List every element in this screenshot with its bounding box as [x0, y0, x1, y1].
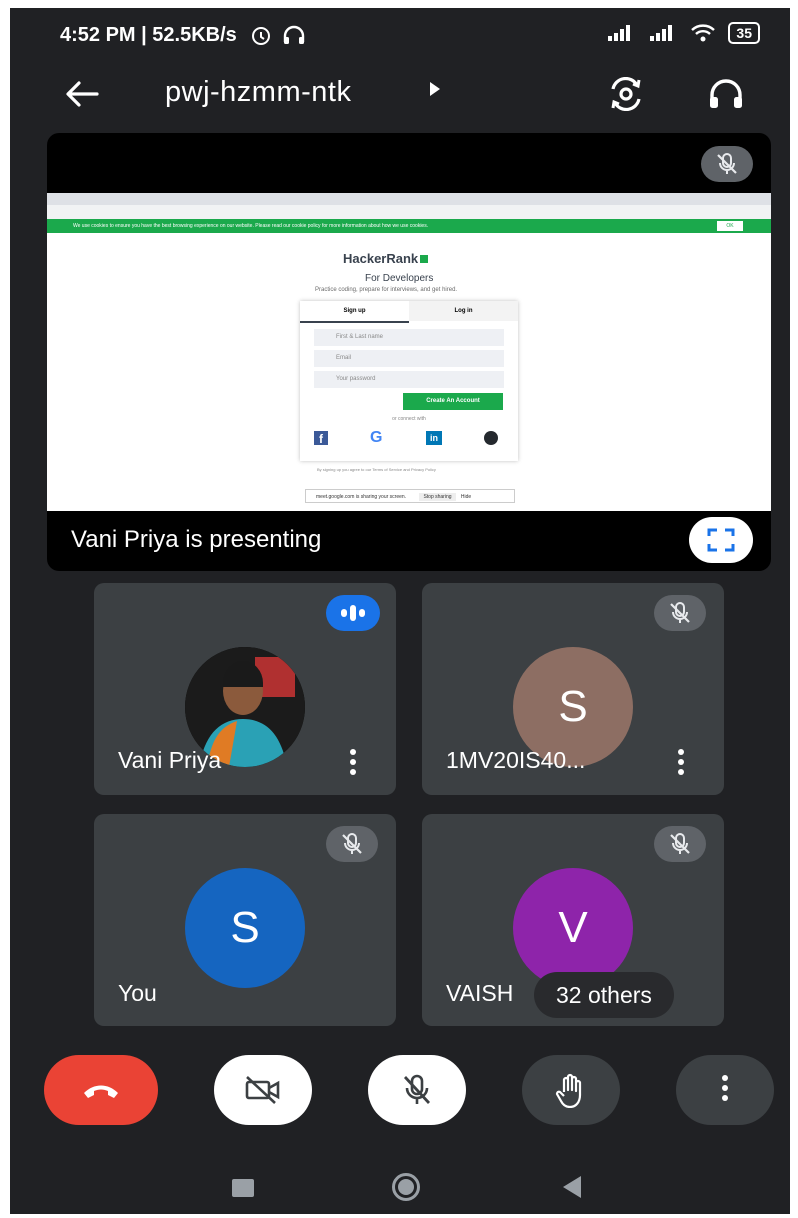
browser-tab-strip — [47, 193, 771, 205]
presenter-muted-icon — [701, 146, 753, 182]
back-arrow-icon[interactable] — [62, 74, 102, 114]
logo-square-icon — [420, 255, 429, 263]
end-call-button[interactable] — [44, 1055, 158, 1125]
meet-app: 4:52 PM | 52.5KB/s 35 pwj-hzmm-ntk We us… — [10, 8, 790, 1214]
muted-icon — [654, 826, 706, 862]
hr-subheading: Practice coding, prepare for interviews,… — [315, 287, 458, 293]
browser-address-bar — [47, 205, 771, 219]
headset-status-icon — [282, 24, 306, 51]
participant-name: You — [118, 980, 157, 1006]
avatar: V — [513, 868, 633, 988]
participant-tile-you[interactable]: S You — [94, 814, 396, 1026]
shared-screen: We use cookies to ensure you have the be… — [47, 193, 771, 511]
signal-icon — [650, 25, 673, 41]
signal-icon — [608, 25, 631, 41]
more-vert-icon — [722, 1075, 728, 1105]
muted-icon — [326, 826, 378, 862]
recents-nav-icon[interactable] — [232, 1179, 254, 1197]
audio-output-headset-icon[interactable] — [704, 74, 748, 114]
hr-heading: For Developers — [365, 273, 434, 284]
hand-icon — [555, 1073, 582, 1108]
more-options-icon[interactable] — [350, 749, 356, 779]
home-nav-inner — [398, 1179, 414, 1195]
stop-sharing-button: Stop sharing — [419, 493, 456, 501]
fullscreen-button[interactable] — [689, 517, 753, 563]
more-options-button[interactable] — [676, 1055, 774, 1125]
fullscreen-icon — [707, 528, 735, 552]
cookie-banner: We use cookies to ensure you have the be… — [47, 219, 771, 233]
signup-card: Sign up Log in First & Last name Email Y… — [300, 301, 518, 461]
speaking-indicator-icon — [326, 595, 380, 631]
meeting-info-chevron-icon[interactable] — [430, 82, 440, 96]
cookie-banner-text: We use cookies to ensure you have the be… — [73, 223, 429, 229]
hackerrank-logo: HackerRank — [343, 251, 429, 266]
participant-name: VAISH — [446, 980, 514, 1006]
mic-toggle-button[interactable] — [368, 1055, 466, 1125]
raise-hand-button[interactable] — [522, 1055, 620, 1125]
battery-indicator: 35 — [728, 22, 760, 44]
cookie-ok-button: OK — [717, 221, 743, 231]
alarm-icon — [250, 24, 272, 51]
phone-hangup-icon — [84, 1085, 118, 1098]
email-field: Email — [314, 350, 504, 367]
mic-off-icon — [403, 1074, 431, 1104]
status-time: 4:52 PM | 52.5KB/s — [60, 24, 237, 46]
avatar: S — [185, 868, 305, 988]
switch-camera-icon[interactable] — [604, 74, 648, 114]
participant-tile-2[interactable]: S 1MV20IS40... — [422, 583, 724, 795]
participant-name: 1MV20IS40... — [446, 747, 586, 773]
camera-toggle-button[interactable] — [214, 1055, 312, 1125]
terms-text: By signing up you agree to our Terms of … — [317, 467, 436, 472]
github-icon — [484, 431, 498, 445]
presenting-label: Vani Priya is presenting — [71, 526, 322, 553]
participant-tile-vani-priya[interactable]: Vani Priya — [94, 583, 396, 795]
signup-tab: Sign up — [300, 301, 409, 323]
presentation-tile[interactable]: We use cookies to ensure you have the be… — [47, 133, 771, 571]
meeting-code[interactable]: pwj-hzmm-ntk — [165, 76, 351, 109]
login-tab: Log in — [409, 301, 518, 321]
linkedin-icon: in — [426, 431, 442, 445]
create-account-button: Create An Account — [403, 393, 503, 410]
or-connect-text: or connect with — [392, 416, 426, 422]
others-badge[interactable]: 32 others — [534, 972, 674, 1018]
wifi-icon — [691, 24, 716, 42]
camera-off-icon — [245, 1076, 280, 1104]
screen-share-bar: meet.google.com is sharing your screen. … — [305, 489, 515, 503]
facebook-icon: f — [314, 431, 328, 446]
back-nav-icon[interactable] — [563, 1176, 581, 1198]
share-bar-text: meet.google.com is sharing your screen. — [316, 494, 407, 500]
password-field: Your password — [314, 371, 504, 388]
hide-button: Hide — [460, 494, 472, 500]
name-field: First & Last name — [314, 329, 504, 346]
status-right: 35 — [606, 22, 760, 44]
muted-icon — [654, 595, 706, 631]
hackerrank-logo-text: HackerRank — [343, 251, 419, 266]
participant-tile-4[interactable]: V VAISH 32 others — [422, 814, 724, 1026]
more-options-icon[interactable] — [678, 749, 684, 779]
participant-name: Vani Priya — [118, 747, 222, 773]
google-icon: G — [370, 429, 383, 446]
